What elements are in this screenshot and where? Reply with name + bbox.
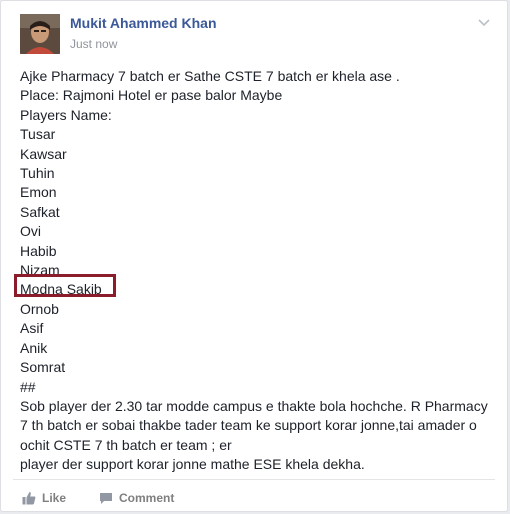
player-name: Tuhin [20,165,55,182]
like-button[interactable]: Like [22,491,66,505]
comment-bubble-icon [100,492,112,504]
post-line: player der support korar jonne mathe ESE… [20,456,365,473]
divider [13,479,495,480]
like-label: Like [42,491,67,505]
post-line: Place: Rajmoni Hotel er pase balor Maybe [20,87,283,104]
player-name: Ornob [20,300,59,317]
player-name: Asif [20,320,44,337]
player-name: Kawsar [20,145,67,162]
comment-label: Comment [119,491,175,505]
post-line: Ajke Pharmacy 7 batch er Sathe CSTE 7 ba… [20,68,400,84]
post-body: Ajke Pharmacy 7 batch er Sathe CSTE 7 ba… [20,67,495,475]
player-name: Emon [20,184,57,201]
player-name: Tusar [20,126,56,143]
post-card: Mukit Ahammed Khan Just now Ajke Pharmac… [0,0,508,512]
author-name-link[interactable]: Mukit Ahammed Khan [70,15,217,31]
thumbs-up-icon [22,492,36,505]
avatar-image [20,14,60,54]
player-name: Somrat [20,359,66,376]
highlight-box [14,274,116,297]
player-name: Habib [20,242,57,259]
post-paragraph: Sob player der 2.30 tar modde campus e t… [20,397,488,453]
avatar[interactable] [20,14,60,54]
chevron-down-icon[interactable] [477,15,491,29]
player-name: Ovi [20,223,41,240]
player-name: Safkat [20,203,60,220]
comment-button[interactable]: Comment [99,491,174,505]
player-name: Anik [20,339,48,356]
post-line: Players Name: [20,106,112,123]
post-timestamp[interactable]: Just now [70,37,117,51]
post-line: ## [20,378,36,395]
